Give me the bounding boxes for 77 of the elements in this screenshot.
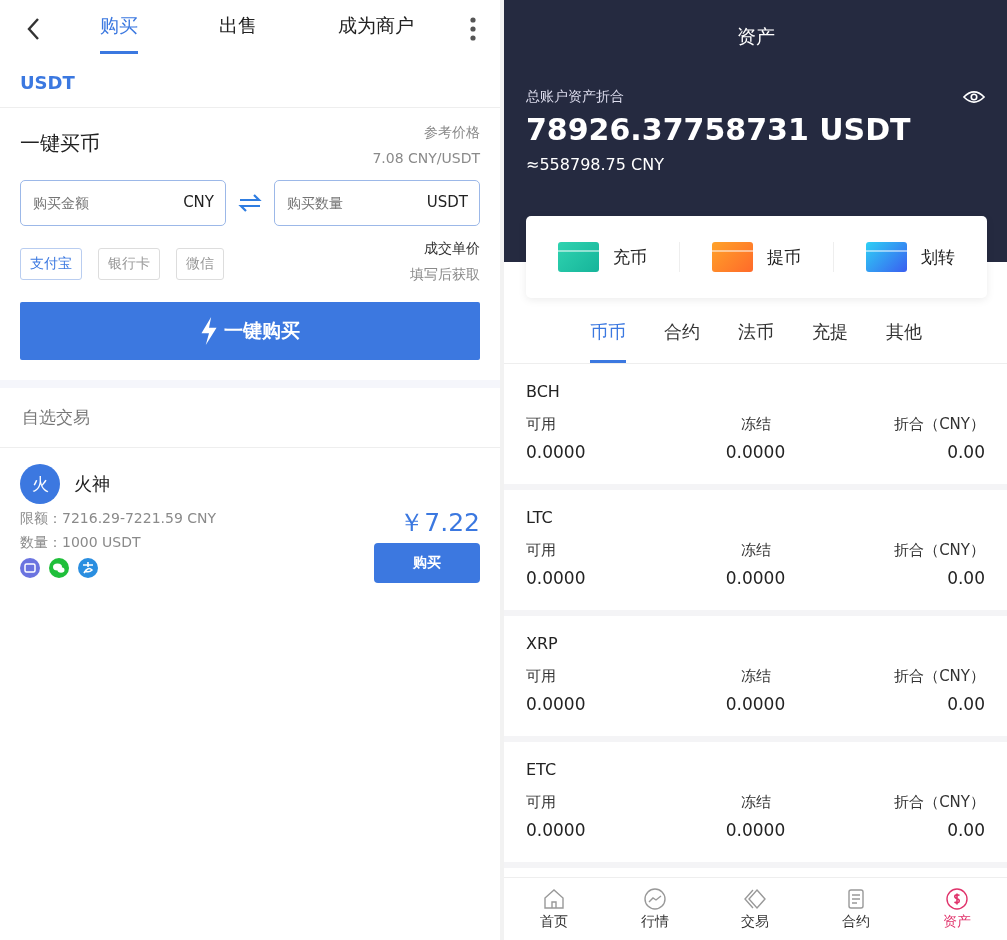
page-title: 资产 <box>735 24 776 49</box>
swap-icon[interactable] <box>238 194 262 212</box>
balance-value: 0.0000 <box>725 694 786 714</box>
currency-unit: CNY <box>183 193 214 211</box>
back-icon[interactable] <box>26 17 40 41</box>
nav-item[interactable]: 合约 <box>805 878 907 940</box>
column-label: 可用 <box>526 793 557 812</box>
balance-value: 0.0000 <box>725 820 786 840</box>
balance-value: 0.0000 <box>526 442 587 462</box>
tab[interactable]: 币币 <box>589 308 626 363</box>
lightning-icon <box>200 317 218 345</box>
unit-price-hint: 填写后获取 <box>410 266 480 284</box>
coin-name: ETC <box>526 760 558 779</box>
tab[interactable]: 购买 <box>100 4 138 54</box>
column-label: 折合（CNY） <box>894 793 985 812</box>
column-label: 冻结 <box>740 541 771 560</box>
tab[interactable]: 出售 <box>219 4 257 54</box>
nav-item[interactable]: 首页 <box>504 878 605 940</box>
balance-value: 0.0000 <box>725 568 786 588</box>
card-icon <box>712 242 753 272</box>
coin-name: XRP <box>526 634 559 653</box>
column-label: 可用 <box>526 667 557 686</box>
card-icon <box>558 242 599 272</box>
nav-item[interactable]: 行情 <box>604 878 706 940</box>
nav-item[interactable]: 资产 <box>906 878 1007 940</box>
unit-price-label: 成交单价 <box>424 240 480 258</box>
balance-value: 0.0000 <box>526 820 587 840</box>
tab[interactable]: 其他 <box>885 308 922 363</box>
chart-icon <box>642 887 667 911</box>
tab[interactable]: 成为商户 <box>338 4 414 54</box>
coin-name: LTC <box>526 508 554 527</box>
balance-value: 0.0000 <box>725 442 786 462</box>
section-title: 自选交易 <box>0 380 500 448</box>
balance-value: 0.00 <box>947 442 985 462</box>
tab[interactable]: 充提 <box>811 308 848 363</box>
limit-text: 限额：7216.29-7221.59 CNY <box>20 510 217 528</box>
quick-buy-button[interactable]: 一键购买 <box>20 302 480 360</box>
balance-value: 0.00 <box>947 694 985 714</box>
balance-value: 0.00 <box>947 568 985 588</box>
section-title: 一键买币 <box>20 130 100 157</box>
merchant-name: 火神 <box>74 472 110 496</box>
currency-unit: USDT <box>426 193 468 211</box>
reference-price-label: 参考价格 <box>424 124 480 142</box>
column-label: 可用 <box>526 415 557 434</box>
column-label: 冻结 <box>740 793 771 812</box>
column-label: 冻结 <box>740 415 771 434</box>
more-icon[interactable] <box>470 17 476 41</box>
tab[interactable]: 合约 <box>663 308 700 363</box>
diamond-icon <box>743 887 768 911</box>
action-button[interactable]: 充币 <box>526 241 679 273</box>
dollar-icon <box>944 887 969 911</box>
home-icon <box>542 887 567 911</box>
column-label: 折合（CNY） <box>894 415 985 434</box>
column-label: 可用 <box>526 541 557 560</box>
buy-button[interactable]: 购买 <box>374 543 480 583</box>
balance-value: 0.0000 <box>526 568 587 588</box>
avatar: 火 <box>20 464 60 504</box>
column-label: 折合（CNY） <box>894 667 985 686</box>
column-label: 冻结 <box>740 667 771 686</box>
eye-icon[interactable] <box>963 90 985 104</box>
balance-value: 0.00 <box>947 820 985 840</box>
action-button[interactable]: 划转 <box>834 241 987 273</box>
balance-value: 0.0000 <box>526 694 587 714</box>
price: ￥7.22 <box>399 507 480 539</box>
card-icon <box>866 242 907 272</box>
action-button[interactable]: 提币 <box>680 241 833 273</box>
nav-item[interactable]: 交易 <box>705 878 806 940</box>
total-balance: 78926.37758731 USDT <box>526 112 912 147</box>
reference-price: 7.08 CNY/USDT <box>372 150 480 166</box>
total-label: 总账户资产折合 <box>526 88 624 106</box>
coin-name: BCH <box>526 382 561 401</box>
payment-chip[interactable]: 支付宝 <box>20 248 82 280</box>
quantity-text: 数量：1000 USDT <box>20 534 142 552</box>
column-label: 折合（CNY） <box>894 541 985 560</box>
coin-label: USDT <box>0 58 500 108</box>
tab[interactable]: 法币 <box>737 308 774 363</box>
total-cny: ≈558798.75 CNY <box>526 155 665 174</box>
